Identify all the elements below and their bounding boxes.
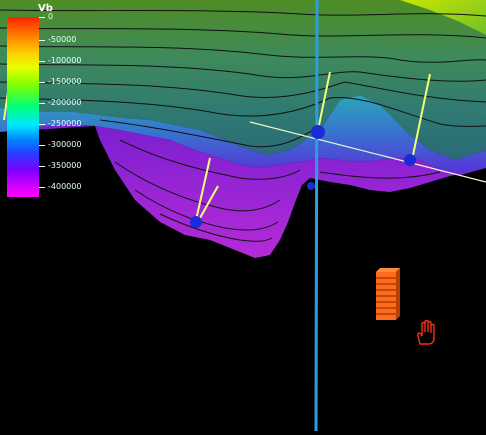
legend-label-3: -150000	[48, 77, 82, 86]
legend-label-4: -200000	[48, 98, 82, 107]
well-marker	[307, 182, 315, 190]
legend-label-5: -250000	[48, 119, 82, 128]
well-trajectory[interactable]	[314, 0, 319, 432]
legend-tick	[39, 40, 45, 41]
legend-tick	[39, 17, 45, 18]
legend-tick	[39, 145, 45, 146]
legend-label-6: -300000	[48, 140, 82, 149]
hand-cursor-icon	[417, 319, 435, 345]
legend-label-1: -50000	[48, 35, 77, 44]
legend-label-0: 0	[48, 12, 54, 21]
legend-label-8: -400000	[48, 182, 82, 191]
well-marker	[404, 154, 416, 166]
legend-tick	[39, 103, 45, 104]
3d-viewport[interactable]: Vb 0 -50000 -100000 -150000 -200000 -250…	[0, 0, 486, 432]
scale-bar-icon[interactable]	[372, 264, 402, 322]
legend-label-7: -350000	[48, 161, 82, 170]
legend-label-2: -100000	[48, 56, 82, 65]
well-marker	[190, 216, 202, 228]
color-legend: Vb 0 -50000 -100000 -150000 -200000 -250…	[0, 0, 90, 200]
legend-tick	[39, 82, 45, 83]
legend-color-bar	[7, 17, 39, 197]
legend-tick	[39, 61, 45, 62]
well-marker	[311, 125, 325, 139]
legend-tick	[39, 124, 45, 125]
legend-tick	[39, 187, 45, 188]
legend-tick	[39, 166, 45, 167]
